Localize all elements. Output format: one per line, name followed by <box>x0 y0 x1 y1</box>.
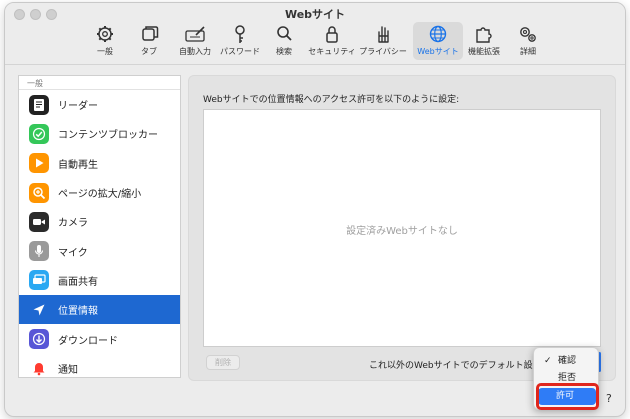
popup-option-deny[interactable]: 拒否 <box>538 371 596 381</box>
delete-button[interactable]: 削除 <box>206 355 240 370</box>
website-list[interactable]: 設定済みWebサイトなし <box>203 109 601 347</box>
sidebar-item-label: 通知 <box>58 364 78 376</box>
toolbar-security[interactable]: セキュリティ <box>307 22 357 60</box>
pencil-icon <box>185 26 205 42</box>
toolbar-search-label: 検索 <box>276 47 292 56</box>
key-icon <box>235 25 245 43</box>
help-button[interactable]: ? <box>606 392 612 405</box>
location-icon <box>29 299 49 320</box>
toolbar-passwords-label: パスワード <box>220 47 260 56</box>
toolbar-general[interactable]: 一般 <box>80 22 130 60</box>
sidebar: 一般 リーダー コンテンツブロッカー 自動再生 ページの拡大/縮小 カメラ マイ… <box>18 75 181 378</box>
empty-list-message: 設定済みWebサイトなし <box>346 226 458 237</box>
sidebar-item-label: マイク <box>58 247 88 259</box>
toolbar-privacy[interactable]: プライバシー <box>358 22 408 60</box>
sidebar-item-label: 画面共有 <box>58 276 98 288</box>
toolbar-tabs[interactable]: タブ <box>124 22 174 60</box>
gear-icon <box>97 26 113 42</box>
microphone-icon <box>29 241 49 262</box>
sidebar-item-page-zoom[interactable]: ページの拡大/縮小 <box>19 178 180 207</box>
sidebar-item-camera[interactable]: カメラ <box>19 207 180 236</box>
toolbar-privacy-label: プライバシー <box>359 47 407 56</box>
sidebar-item-label: 自動再生 <box>58 159 98 171</box>
sidebar-item-autoplay[interactable]: 自動再生 <box>19 149 180 178</box>
toolbar-search[interactable]: 検索 <box>259 22 309 60</box>
popup-option-ask[interactable]: ✓ 確認 <box>538 354 596 369</box>
lock-icon <box>326 26 338 43</box>
toolbar-websites-label: Webサイト <box>417 47 459 56</box>
sidebar-header: 一般 <box>19 76 180 90</box>
highlight-annotation <box>536 383 599 410</box>
toolbar-autofill-label: 自動入力 <box>179 47 211 56</box>
sidebar-item-label: カメラ <box>58 218 88 230</box>
toolbar-extensions[interactable]: 機能拡張 <box>459 22 509 60</box>
screen-share-icon <box>29 270 49 291</box>
checkmark-icon <box>29 123 49 144</box>
zoom-icon <box>29 182 49 203</box>
gears-icon <box>520 27 536 42</box>
window-title: Webサイト <box>284 8 346 21</box>
toolbar-passwords[interactable]: パスワード <box>215 22 265 60</box>
sidebar-item-screen-sharing[interactable]: 画面共有 <box>19 266 180 295</box>
sidebar-item-microphone[interactable]: マイク <box>19 236 180 265</box>
hand-icon <box>378 26 389 43</box>
reader-icon <box>29 94 49 115</box>
download-icon <box>29 329 49 350</box>
toolbar-security-label: セキュリティ <box>308 47 356 56</box>
sidebar-item-label: ページの拡大/縮小 <box>58 189 142 201</box>
toolbar-advanced[interactable]: 詳細 <box>503 22 553 60</box>
globe-icon <box>429 25 447 43</box>
checkmark-icon: ✓ <box>544 356 552 366</box>
panel-description: Webサイトでの位置情報へのアクセス許可を以下のように設定: <box>203 95 460 105</box>
toolbar-advanced-label: 詳細 <box>520 47 536 56</box>
sidebar-item-content-blockers[interactable]: コンテンツブロッカー <box>19 119 180 148</box>
toolbar-websites[interactable]: Webサイト <box>413 22 463 60</box>
camera-icon <box>29 211 49 232</box>
popup-option-label: 拒否 <box>558 373 577 381</box>
sidebar-item-location[interactable]: 位置情報 <box>19 295 180 325</box>
search-icon <box>277 26 292 41</box>
toolbar-general-label: 一般 <box>97 47 113 56</box>
sidebar-item-label: 位置情報 <box>58 306 98 318</box>
titlebar: Webサイト 一般 タブ 自動入力 パスワード 検索 セキュリティ プライバシー… <box>5 3 625 65</box>
toolbar-tabs-label: タブ <box>141 47 157 56</box>
default-setting-label: これ以外のWebサイトでのデフォルト設定: <box>369 361 545 371</box>
sidebar-item-notifications[interactable]: 通知 <box>19 354 180 377</box>
popup-option-label: 確認 <box>558 356 577 366</box>
puzzle-icon <box>476 27 492 43</box>
sidebar-item-label: コンテンツブロッカー <box>58 130 158 142</box>
sidebar-item-reader[interactable]: リーダー <box>19 90 180 119</box>
sidebar-item-label: ダウンロード <box>58 335 118 347</box>
play-icon <box>29 153 49 174</box>
toolbar-autofill[interactable]: 自動入力 <box>170 22 220 60</box>
sidebar-item-downloads[interactable]: ダウンロード <box>19 324 180 353</box>
tabs-icon <box>142 26 159 41</box>
location-settings-panel: Webサイトでの位置情報へのアクセス許可を以下のように設定: 設定済みWebサイ… <box>188 75 616 381</box>
toolbar-extensions-label: 機能拡張 <box>468 47 500 56</box>
sidebar-item-label: リーダー <box>58 101 98 113</box>
bell-icon <box>29 358 49 377</box>
